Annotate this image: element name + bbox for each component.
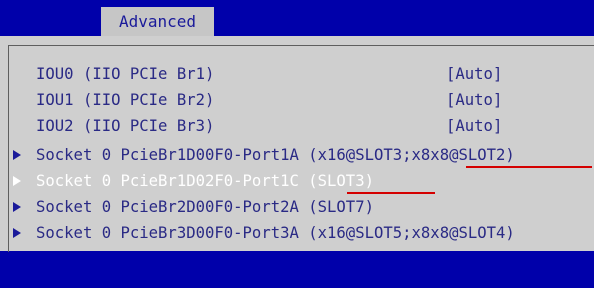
iou0-setting[interactable]: IOU0 (IIO PCIe Br1) [Auto] bbox=[0, 63, 594, 85]
submenu-item-port3a[interactable]: Socket 0 PcieBr3D00F0-Port3A (x16@SLOT5;… bbox=[0, 222, 594, 244]
red-underline-annotation bbox=[466, 166, 592, 168]
submenu-label: Socket 0 PcieBr1D00F0-Port1A (x16@SLOT3;… bbox=[36, 146, 515, 164]
tab-advanced[interactable]: Advanced bbox=[101, 7, 214, 36]
submenu-item-port1a[interactable]: Socket 0 PcieBr1D00F0-Port1A (x16@SLOT3;… bbox=[0, 144, 594, 166]
submenu-arrow-icon bbox=[13, 150, 21, 160]
setting-label: IOU2 (IIO PCIe Br3) bbox=[36, 117, 215, 135]
setting-value[interactable]: [Auto] bbox=[446, 115, 502, 137]
setting-value[interactable]: [Auto] bbox=[446, 89, 502, 111]
red-underline-annotation bbox=[347, 192, 435, 194]
iou1-setting[interactable]: IOU1 (IIO PCIe Br2) [Auto] bbox=[0, 89, 594, 111]
submenu-arrow-icon bbox=[13, 176, 21, 186]
submenu-arrow-icon bbox=[13, 228, 21, 238]
submenu-item-port1c[interactable]: Socket 0 PcieBr1D02F0-Port1C (SLOT3) bbox=[0, 170, 594, 192]
submenu-item-port2a[interactable]: Socket 0 PcieBr2D00F0-Port2A (SLOT7) bbox=[0, 196, 594, 218]
setting-label: IOU0 (IIO PCIe Br1) bbox=[36, 65, 215, 83]
submenu-label: Socket 0 PcieBr2D00F0-Port2A (SLOT7) bbox=[36, 198, 374, 216]
submenu-arrow-icon bbox=[13, 202, 21, 212]
setting-label: IOU1 (IIO PCIe Br2) bbox=[36, 91, 215, 109]
setting-value[interactable]: [Auto] bbox=[446, 63, 502, 85]
iou2-setting[interactable]: IOU2 (IIO PCIe Br3) [Auto] bbox=[0, 115, 594, 137]
submenu-label: Socket 0 PcieBr3D00F0-Port3A (x16@SLOT5;… bbox=[36, 224, 515, 242]
menu-bar: Advanced bbox=[0, 0, 594, 36]
submenu-label: Socket 0 PcieBr1D02F0-Port1C (SLOT3) bbox=[36, 172, 374, 190]
